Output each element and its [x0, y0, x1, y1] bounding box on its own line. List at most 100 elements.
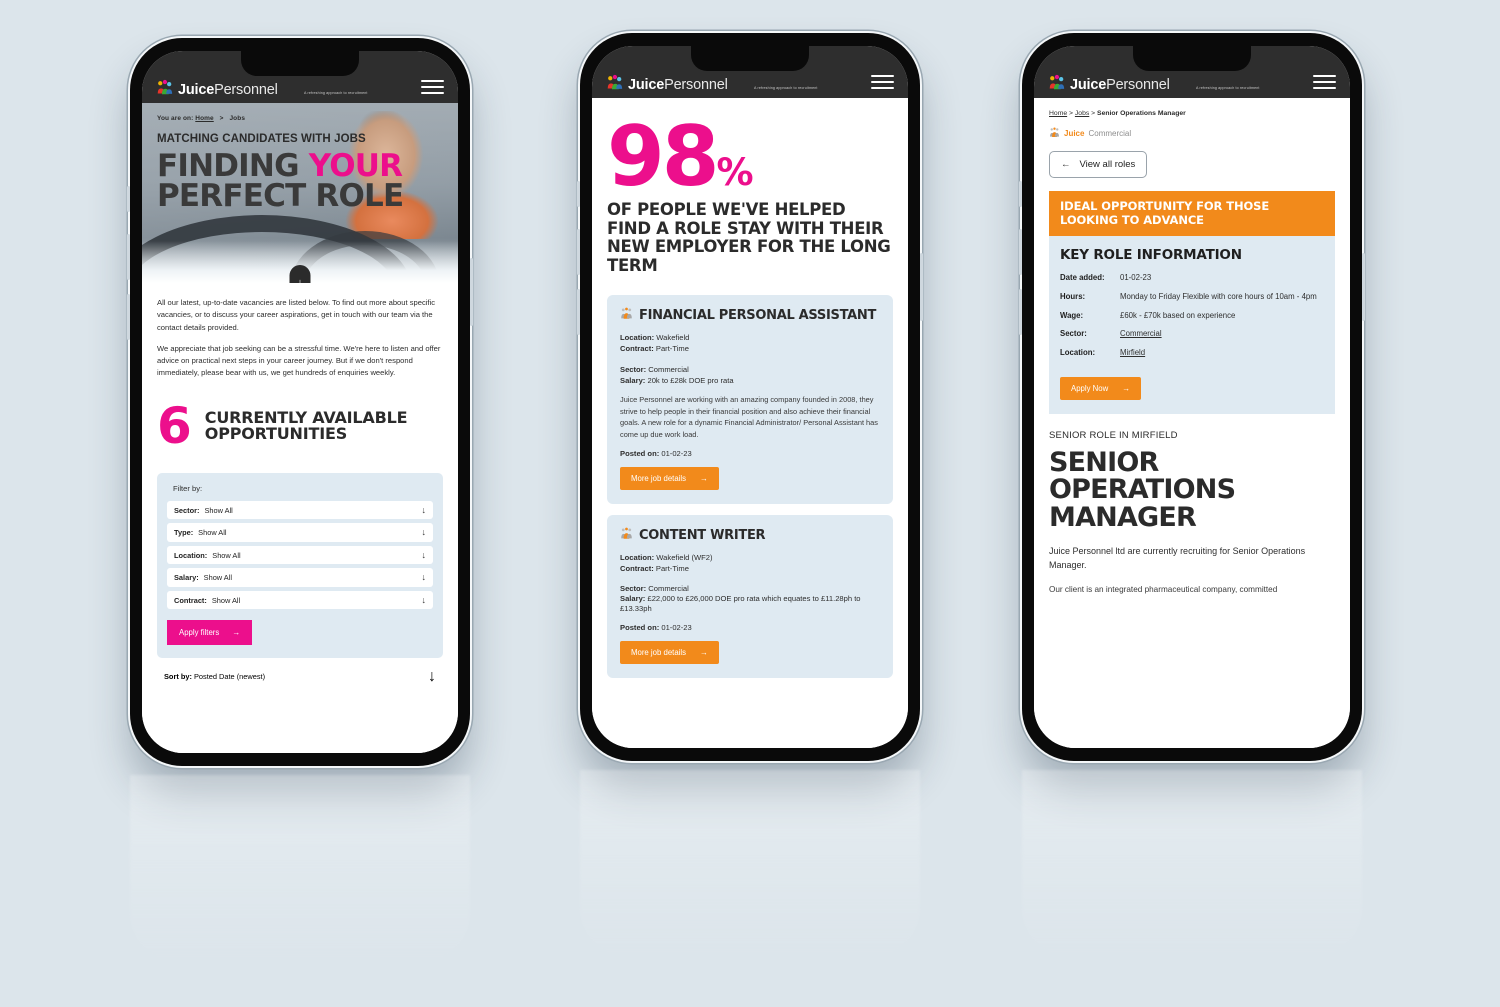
phone-reflection [1022, 770, 1362, 960]
more-job-details-button[interactable]: More job details → [620, 641, 719, 665]
juice-people-icon [620, 527, 633, 544]
role-description-section: SENIOR ROLE IN MIRFIELD SENIOR OPERATION… [1034, 430, 1350, 597]
job-card-title-row: FINANCIAL PERSONAL ASSISTANT [620, 307, 880, 324]
job-card[interactable]: CONTENT WRITER Location: Wakefield (WF2)… [607, 515, 893, 679]
apply-filters-button[interactable]: Apply filters → [167, 620, 253, 646]
more-job-details-label: More job details [631, 648, 687, 658]
phone-volume-down-button[interactable] [1019, 289, 1022, 335]
view-all-roles-button[interactable]: ← View all roles [1049, 151, 1148, 178]
juice-people-icon [1049, 127, 1060, 140]
breadcrumb-current: Senior Operations Manager [1097, 110, 1186, 117]
phone-mockup-job-cards: JuicePersonnel A refreshing approach to … [577, 33, 923, 761]
scroll-down-arrow-icon[interactable]: ↓ [289, 265, 311, 283]
job-posted-row: Posted on: 01-02-23 [620, 623, 880, 632]
filter-value-sector: Show All [204, 505, 233, 515]
job-primary-meta: Location: Wakefield Contract: Part-Time [620, 332, 880, 354]
people-logo-icon [606, 74, 623, 91]
job-salary-value: £22,000 to £26,000 DOE pro rata which eq… [620, 594, 861, 614]
brand-logo-lockup[interactable]: JuicePersonnel A refreshing approach to … [606, 74, 818, 93]
filter-select-salary[interactable]: Salary: Show All ↓ [167, 568, 433, 587]
sort-by-select[interactable]: Sort by: Posted Date (newest) ↓ [157, 667, 443, 687]
page-title: SENIOR OPERATIONS MANAGER [1049, 446, 1236, 534]
breadcrumb: You are on: Home > Jobs [157, 115, 443, 122]
retention-stat-value: 98 [607, 108, 720, 205]
breadcrumb-separator: > [1091, 110, 1096, 117]
job-location-value: Wakefield [656, 333, 690, 343]
filter-select-location[interactable]: Location: Show All ↓ [167, 545, 433, 565]
arrow-right-icon: → [700, 474, 708, 484]
job-sector-value: Commercial [648, 584, 689, 594]
job-posted-label: Posted on: [620, 449, 660, 459]
job-sector-label: Sector: [620, 584, 647, 594]
phone-power-button[interactable] [920, 253, 923, 321]
phone-mockup-job-detail: JuicePersonnel A refreshing approach to … [1019, 33, 1365, 761]
hamburger-menu-icon[interactable] [871, 74, 894, 89]
phone-volume-down-button[interactable] [127, 294, 130, 340]
apply-now-button[interactable]: Apply Now → [1060, 376, 1142, 400]
phone-reflection [580, 770, 920, 960]
filter-value-location: Show All [212, 550, 241, 560]
job-card[interactable]: FINANCIAL PERSONAL ASSISTANT Location: W… [607, 295, 893, 505]
apply-filters-label: Apply filters [179, 628, 220, 638]
phone-notch [691, 46, 809, 71]
breadcrumb-link-jobs[interactable]: Jobs [1075, 110, 1089, 117]
breadcrumb-link-home[interactable]: Home [195, 115, 213, 122]
brand-logo-lockup[interactable]: JuicePersonnel A refreshing approach to … [1048, 74, 1260, 93]
info-key: Location: [1060, 347, 1096, 357]
job-detail-page: Home > Jobs > Senior Operations Manager [1034, 98, 1350, 748]
phone-volume-up-button[interactable] [577, 229, 580, 275]
brand-tagline: A refreshing approach to recruitment [754, 86, 818, 90]
phone-power-button[interactable] [1362, 253, 1365, 321]
filter-label-sector: Sector: [174, 505, 200, 515]
arrow-right-icon: → [1122, 383, 1131, 393]
more-job-details-button[interactable]: More job details → [620, 467, 719, 491]
info-key: Hours: [1060, 291, 1086, 301]
info-key: Wage: [1060, 310, 1084, 320]
phone-volume-up-button[interactable] [127, 234, 130, 280]
filter-value-salary: Show All [203, 573, 233, 583]
filter-panel: Filter by: Sector: Show All ↓ Type: Show A… [157, 472, 443, 659]
brand-name-bold: Juice [178, 82, 215, 98]
info-row-wage: Wage: £60k - £70k based on experience [1060, 310, 1324, 322]
breadcrumb-link-home[interactable]: Home [1049, 110, 1067, 117]
info-value-link-location[interactable]: Mirfield [1120, 348, 1145, 357]
job-secondary-meta: Sector: Commercial Salary: 20k to £28k D… [620, 364, 880, 386]
key-info-wrap: KEY ROLE INFORMATION Date added: 01-02-2… [1034, 236, 1350, 414]
status-badge: IDEAL OPPORTUNITY FOR THOSE LOOKING TO A… [1049, 191, 1335, 237]
phone-mute-switch[interactable] [577, 181, 580, 207]
brand-text: JuicePersonnel A refreshing approach to … [178, 82, 368, 98]
phone-power-button[interactable] [470, 258, 473, 326]
filter-select-type[interactable]: Type: Show All ↓ [167, 523, 433, 542]
info-key: Sector: [1060, 329, 1087, 339]
jobs-listing-page: You are on: Home > Jobs MATCHING CANDIDA… [142, 103, 458, 753]
phone-mute-switch[interactable] [1019, 181, 1022, 207]
phone-volume-up-button[interactable] [1019, 229, 1022, 275]
info-value-link-sector[interactable]: Commercial [1120, 329, 1162, 338]
hamburger-menu-icon[interactable] [421, 79, 444, 94]
sort-by-label: Sort by: [164, 672, 192, 682]
hero-title-line2: PERFECT ROLE [157, 178, 404, 215]
intro-section: All our latest, up-to-date vacancies are… [142, 297, 458, 687]
phone-volume-down-button[interactable] [577, 289, 580, 335]
job-contract-value: Part-Time [655, 564, 689, 574]
brand-name-light: Personnel [214, 82, 278, 98]
phone-mute-switch[interactable] [127, 186, 130, 212]
key-role-information-card: KEY ROLE INFORMATION Date added: 01-02-2… [1049, 236, 1335, 414]
job-results-page: 98% OF PEOPLE WE'VE HELPED FIND A ROLE S… [592, 98, 908, 748]
filter-value-contract: Show All [211, 595, 241, 605]
filter-value-type: Show All [198, 528, 227, 538]
filter-select-sector[interactable]: Sector: Show All ↓ [167, 500, 433, 520]
intro-copy: All our latest, up-to-date vacancies are… [157, 297, 443, 380]
job-detail-head: Home > Jobs > Senior Operations Manager [1034, 110, 1350, 178]
people-logo-icon [1048, 74, 1065, 91]
juice-people-icon [620, 307, 633, 324]
hamburger-menu-icon[interactable] [1313, 74, 1336, 89]
brand-tagline: A refreshing approach to recruitment [304, 91, 368, 95]
brand-name-bold: Juice [1070, 77, 1107, 93]
brand-logo-lockup[interactable]: JuicePersonnel A refreshing approach to … [156, 79, 368, 98]
opportunities-count: 6 [157, 396, 192, 455]
job-location-label: Location: [620, 553, 655, 563]
job-posted-row: Posted on: 01-02-23 [620, 449, 880, 458]
role-kicker: SENIOR ROLE IN MIRFIELD [1049, 429, 1178, 441]
filter-select-contract[interactable]: Contract: Show All ↓ [167, 590, 433, 610]
